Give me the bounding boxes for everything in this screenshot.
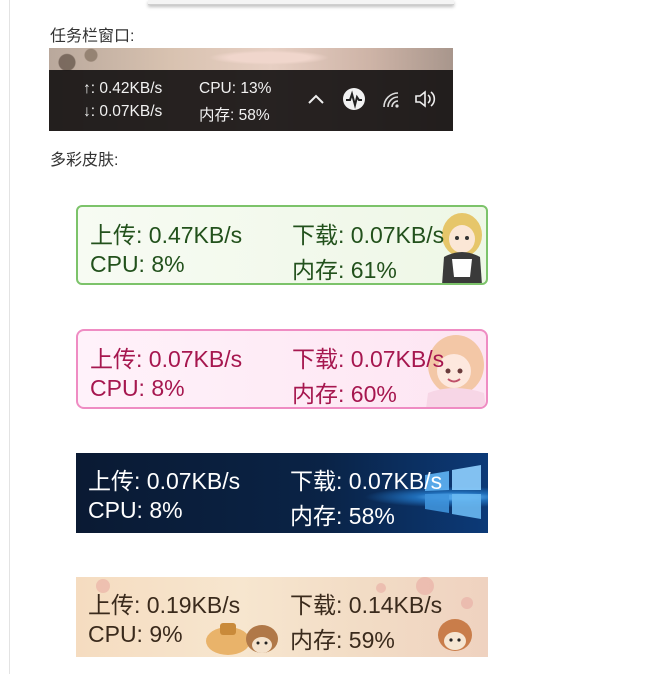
- skin-cpu-usage: CPU: 8%: [90, 251, 185, 277]
- chevron-up-icon[interactable]: [306, 85, 326, 113]
- skin-green-preview: 上传: 0.47KB/s 下载: 0.07KB/s CPU: 8% 内存: 61…: [76, 205, 488, 285]
- skin-upload-speed: 上传: 0.47KB/s: [90, 222, 243, 248]
- taskbar-memory-usage: 内存: 58%: [199, 107, 270, 124]
- taskbar-window-preview: ↑: 0.42KB/s ↓: 0.07KB/s CPU: 13% 内存: 58%: [49, 48, 453, 131]
- taskbar-cpu-usage: CPU: 13%: [199, 80, 272, 97]
- speaker-icon[interactable]: [413, 85, 439, 113]
- skin-download-speed: 下载: 0.07KB/s: [292, 222, 445, 248]
- wifi-icon[interactable]: [380, 85, 402, 113]
- skin-pink-preview: 上传: 0.07KB/s 下载: 0.07KB/s CPU: 8% 内存: 60…: [76, 329, 488, 409]
- skin-download-speed: 下载: 0.07KB/s: [292, 346, 445, 372]
- skin-beige-preview: 上传: 0.19KB/s 下载: 0.14KB/s CPU: 9% 内存: 59…: [76, 577, 488, 657]
- taskbar-window-heading: 任务栏窗口:: [50, 28, 135, 45]
- blossom-decoration: [461, 597, 473, 609]
- skin-memory-usage: 内存: 60%: [292, 381, 397, 407]
- cartoon-critters-image: [206, 623, 278, 655]
- skin-cpu-usage: CPU: 9%: [88, 621, 183, 647]
- taskbar-upload-speed: ↑: 0.42KB/s: [83, 80, 163, 97]
- skin-download-speed: 下载: 0.14KB/s: [290, 592, 443, 618]
- skin-upload-speed: 上传: 0.07KB/s: [90, 346, 243, 372]
- monitor-app-icon[interactable]: [342, 85, 366, 113]
- skin-cpu-usage: CPU: 8%: [88, 497, 183, 523]
- skin-cpu-usage: CPU: 8%: [90, 375, 185, 401]
- taskbar-download-speed: ↓: 0.07KB/s: [83, 103, 163, 120]
- skin-memory-usage: 内存: 59%: [290, 627, 395, 653]
- wallpaper-art: [49, 48, 109, 72]
- previous-image-edge: [148, 0, 454, 5]
- skin-upload-speed: 上传: 0.19KB/s: [88, 592, 241, 618]
- wallpaper-art: [189, 48, 389, 72]
- content-left-border: [9, 0, 10, 674]
- skin-memory-usage: 内存: 61%: [292, 257, 397, 283]
- colorful-skins-heading: 多彩皮肤:: [50, 152, 119, 169]
- skin-download-speed: 下载: 0.07KB/s: [290, 468, 443, 494]
- skin-memory-usage: 内存: 58%: [290, 503, 395, 529]
- skin-blue-preview: 上传: 0.07KB/s 下载: 0.07KB/s CPU: 8% 内存: 58…: [76, 453, 488, 533]
- skin-upload-speed: 上传: 0.07KB/s: [88, 468, 241, 494]
